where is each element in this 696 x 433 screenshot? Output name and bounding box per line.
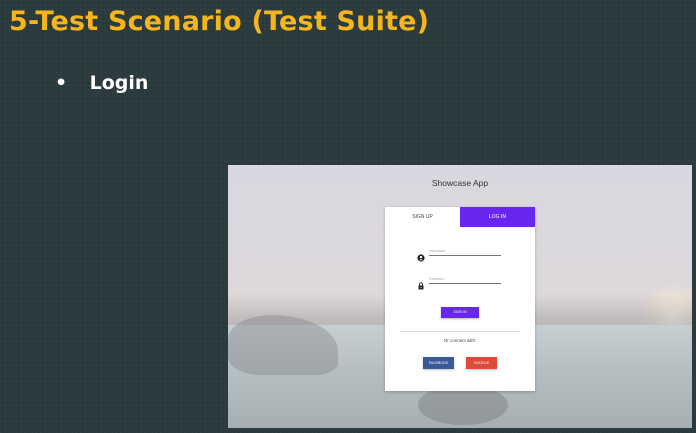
app-screenshot: Showcase App SIGN UP LOG IN Username Pas…: [228, 165, 692, 428]
google-button[interactable]: GOOGLE: [466, 357, 497, 369]
slide-title: 5-Test Scenario (Test Suite): [9, 6, 430, 37]
divider: [400, 331, 520, 332]
facebook-button[interactable]: FACEBOOK: [423, 357, 454, 369]
background-rock: [418, 385, 508, 425]
bullet-symbol: •: [55, 72, 68, 94]
sign-in-button[interactable]: SIGN IN: [441, 307, 479, 318]
bullet-text: Login: [89, 72, 149, 94]
password-field: Password: [417, 275, 505, 290]
connect-with-label: Or connect with:: [443, 338, 477, 343]
user-icon: [417, 247, 425, 262]
lock-icon: [417, 275, 425, 290]
username-field: Username: [417, 247, 505, 262]
login-card: SIGN UP LOG IN Username Password SIGN IN…: [385, 207, 535, 391]
bullet-item: • Login: [55, 72, 148, 94]
app-title: Showcase App: [431, 178, 489, 188]
password-input[interactable]: Password: [429, 275, 501, 284]
username-input[interactable]: Username: [429, 247, 501, 256]
tab-sign-up[interactable]: SIGN UP: [385, 207, 460, 227]
tab-log-in[interactable]: LOG IN: [460, 207, 535, 227]
